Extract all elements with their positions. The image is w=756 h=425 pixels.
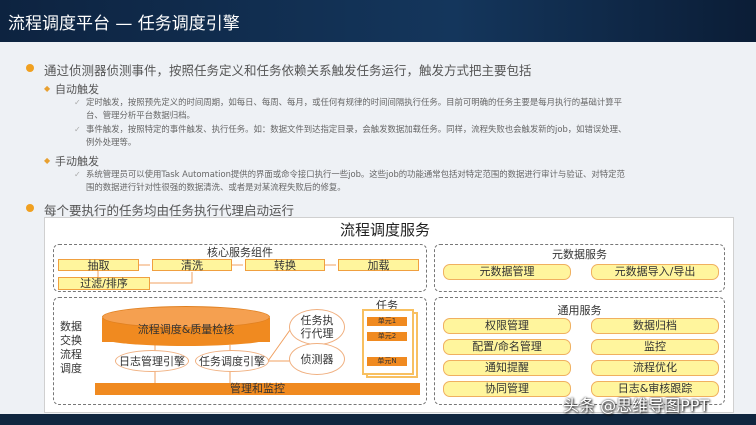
task-agent: 任务执 行代理 bbox=[289, 309, 345, 345]
log-engine: 日志管理引擎 bbox=[115, 350, 189, 372]
general-item: 通知提醒 bbox=[443, 360, 571, 376]
detector: 侦测器 bbox=[289, 343, 345, 375]
general-item: 协同管理 bbox=[443, 381, 571, 397]
scheduler-engine: 任务调度引擎 bbox=[195, 350, 269, 372]
agent-line: 任务执 bbox=[300, 314, 334, 327]
monitor-bar: 管理和监控 bbox=[95, 383, 420, 395]
task-unit: 单元N bbox=[367, 357, 407, 366]
general-item: 数据归档 bbox=[591, 318, 719, 334]
agent-line: 行代理 bbox=[300, 327, 334, 340]
task-unit: 单元2 bbox=[367, 332, 407, 341]
exchange-label: 数据 交换 流程 调度 bbox=[60, 320, 86, 376]
general-item: 权限管理 bbox=[443, 318, 571, 334]
label-line: 调度 bbox=[60, 362, 82, 375]
general-item: 流程优化 bbox=[591, 360, 719, 376]
general-item: 监控 bbox=[591, 339, 719, 355]
metadata-item: 元数据导入/导出 bbox=[591, 264, 719, 280]
general-title: 通用服务 bbox=[557, 304, 602, 317]
task-unit: 单元1 bbox=[367, 317, 407, 326]
label-line: 数据 bbox=[60, 320, 82, 333]
metadata-title: 元数据服务 bbox=[552, 248, 607, 261]
watermark: 头条 @思维导图PPT bbox=[563, 396, 710, 415]
metadata-item: 元数据管理 bbox=[443, 264, 571, 280]
general-item: 配置/命名管理 bbox=[443, 339, 571, 355]
db-label: 流程调度&质量检核 bbox=[137, 323, 235, 336]
label-line: 流程 bbox=[60, 348, 82, 361]
label-line: 交换 bbox=[60, 334, 82, 347]
